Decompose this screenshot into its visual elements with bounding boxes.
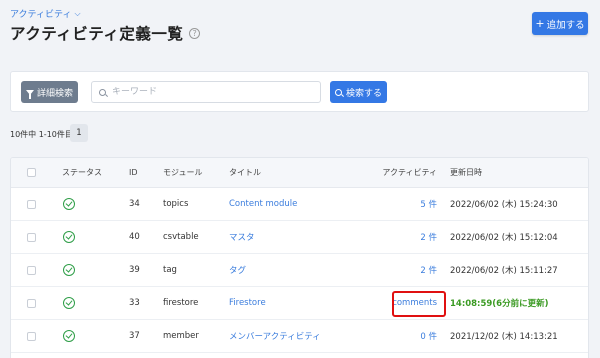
breadcrumb-label[interactable]: アクティビティ bbox=[10, 7, 71, 20]
keyword-search-field[interactable] bbox=[91, 81, 321, 103]
row-title-link[interactable]: マスタ bbox=[229, 231, 255, 243]
search-icon bbox=[334, 88, 342, 96]
check-circle-icon bbox=[63, 297, 75, 309]
plus-icon: + bbox=[535, 17, 545, 30]
help-icon[interactable]: ? bbox=[189, 27, 201, 39]
search-panel: 詳細検索 検索する bbox=[10, 71, 589, 112]
row-title-link[interactable]: Content module bbox=[229, 199, 297, 209]
row-activity-link[interactable]: 2 件 bbox=[420, 264, 437, 276]
filter-icon bbox=[25, 89, 34, 99]
check-circle-icon bbox=[63, 264, 75, 276]
row-updated-recent: 14:08:59(6分前に更新) bbox=[450, 299, 549, 309]
add-button-label: 追加する bbox=[546, 19, 585, 31]
row-id: 40 bbox=[129, 232, 140, 242]
breadcrumb[interactable]: アクティビティ ⌵ bbox=[10, 7, 81, 21]
row-module: topics bbox=[163, 199, 189, 209]
page-button[interactable]: 1 bbox=[70, 124, 88, 142]
keyword-input[interactable] bbox=[112, 87, 302, 97]
row-updated: 2022/06/02 (木) 15:12:04 bbox=[450, 233, 558, 243]
highlight-annotation bbox=[392, 291, 446, 317]
add-button[interactable]: + 追加する bbox=[532, 12, 588, 35]
table-row: 37 member メンバーアクティビティ 0 件 2021/12/02 (木)… bbox=[11, 320, 588, 353]
row-activity-link[interactable]: 2 件 bbox=[420, 231, 437, 243]
advanced-search-button[interactable]: 詳細検索 bbox=[21, 81, 78, 103]
select-all-checkbox[interactable] bbox=[27, 168, 36, 177]
table-row: 34 topics Content module 5 件 2022/06/02 … bbox=[11, 188, 588, 221]
row-module: csvtable bbox=[163, 232, 199, 242]
table-header: ステータス ID モジュール タイトル アクティビティ 更新日時 bbox=[11, 158, 588, 188]
row-title-link[interactable]: タグ bbox=[229, 264, 246, 276]
activity-table: ステータス ID モジュール タイトル アクティビティ 更新日時 34 topi… bbox=[10, 157, 589, 358]
row-updated: 2022/06/02 (木) 15:11:27 bbox=[450, 266, 558, 276]
table-row: 33 firestore Firestore comments 14:08:59… bbox=[11, 287, 588, 320]
col-id[interactable]: ID bbox=[129, 168, 138, 177]
advanced-search-label: 詳細検索 bbox=[36, 88, 73, 99]
row-activity-link[interactable]: 5 件 bbox=[420, 198, 437, 210]
col-module[interactable]: モジュール bbox=[163, 167, 202, 178]
row-updated: 2021/12/02 (木) 14:13:21 bbox=[450, 332, 558, 342]
row-checkbox[interactable] bbox=[27, 199, 36, 209]
check-circle-icon bbox=[63, 198, 75, 210]
check-circle-icon bbox=[63, 330, 75, 342]
row-id: 39 bbox=[129, 265, 140, 275]
row-checkbox[interactable] bbox=[27, 265, 36, 275]
page-title-text: アクティビティ定義一覧 bbox=[10, 25, 184, 43]
row-module: member bbox=[163, 331, 199, 341]
col-status[interactable]: ステータス bbox=[62, 167, 102, 178]
check-circle-icon bbox=[63, 231, 75, 243]
result-count: 10件中 1-10件目 bbox=[10, 130, 73, 139]
search-button[interactable]: 検索する bbox=[330, 81, 387, 103]
page-title: アクティビティ定義一覧 ? bbox=[10, 22, 201, 44]
row-id: 37 bbox=[129, 331, 140, 341]
col-updated[interactable]: 更新日時 bbox=[450, 167, 482, 178]
row-activity-link[interactable]: 0 件 bbox=[420, 330, 437, 342]
row-title-link[interactable]: メンバーアクティビティ bbox=[229, 330, 321, 342]
row-id: 33 bbox=[129, 298, 140, 308]
row-title-link[interactable]: Firestore bbox=[229, 298, 266, 308]
col-activity: アクティビティ bbox=[382, 168, 437, 177]
table-row: 40 csvtable マスタ 2 件 2022/06/02 (木) 15:12… bbox=[11, 221, 588, 254]
table-row: 39 tag タグ 2 件 2022/06/02 (木) 15:11:27 bbox=[11, 254, 588, 287]
row-checkbox[interactable] bbox=[27, 298, 36, 308]
chevron-down-icon: ⌵ bbox=[74, 8, 81, 18]
row-module: firestore bbox=[163, 298, 199, 308]
row-updated: 2022/06/02 (木) 15:24:30 bbox=[450, 200, 558, 210]
row-checkbox[interactable] bbox=[27, 232, 36, 242]
row-checkbox[interactable] bbox=[27, 331, 36, 341]
search-button-label: 検索する bbox=[345, 88, 382, 99]
col-title[interactable]: タイトル bbox=[229, 167, 261, 178]
row-module: tag bbox=[163, 265, 177, 275]
row-id: 34 bbox=[129, 199, 140, 209]
search-icon bbox=[99, 88, 106, 96]
